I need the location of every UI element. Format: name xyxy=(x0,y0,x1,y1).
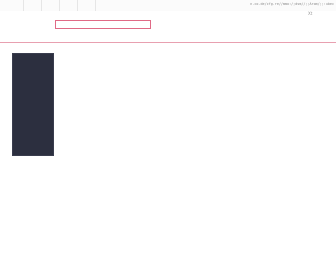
tab-divider xyxy=(77,0,78,11)
browser-top-strip: n.co.de/cfg.re//mmo:/;dsm//;;Arom/;;:ube… xyxy=(0,0,336,11)
tab-divider xyxy=(95,0,96,11)
page: n.co.de/cfg.re//mmo:/;dsm//;;Arom/;;:ube… xyxy=(0,0,336,280)
url-text: n.co.de/cfg.re//mmo:/;dsm//;;Arom/;;:ube… xyxy=(250,2,334,6)
search-input[interactable] xyxy=(55,20,151,29)
tab-divider xyxy=(41,0,42,11)
header-right-control[interactable]: Xt xyxy=(308,11,312,16)
dark-sidebar-panel xyxy=(12,53,54,156)
tab-divider xyxy=(23,0,24,11)
tab-divider xyxy=(59,0,60,11)
header-divider xyxy=(0,42,336,43)
